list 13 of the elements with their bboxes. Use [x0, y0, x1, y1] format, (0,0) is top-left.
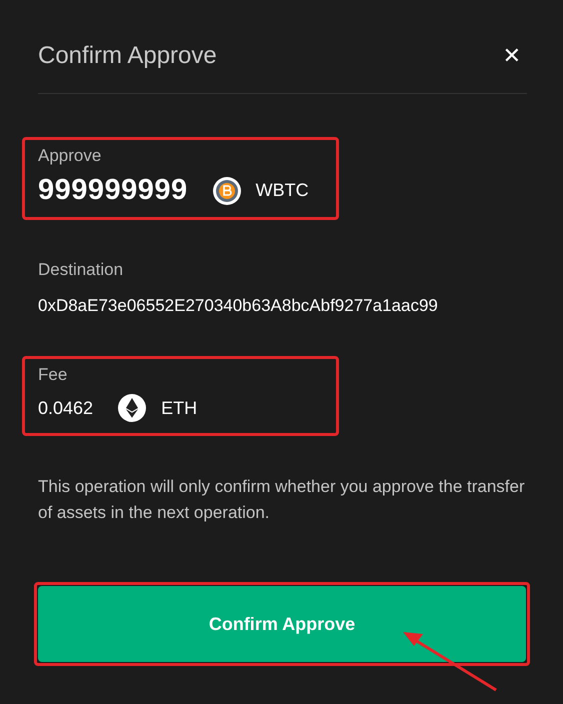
ethereum-icon [117, 393, 148, 423]
info-text: This operation will only confirm whether you approve the transfer of assets in the next operation. [37, 476, 526, 524]
bitcoin-icon [212, 176, 242, 206]
token-symbol: ETH [161, 398, 198, 418]
approve-label: Approve [38, 146, 102, 166]
fee-amount: 0.0462 [38, 398, 94, 418]
token-symbol: WBTC [256, 180, 309, 201]
approve-amount: 999999999 [38, 174, 188, 207]
destination-address: 0xD8aE73e06552E270340b63A8bcAbf9277a1aac99 [38, 296, 438, 316]
destination-label: Destination [38, 260, 124, 280]
dialog-title: Confirm Approve [38, 42, 217, 70]
fee-label: Fee [38, 365, 68, 385]
close-button[interactable]: ✕ [496, 44, 527, 68]
